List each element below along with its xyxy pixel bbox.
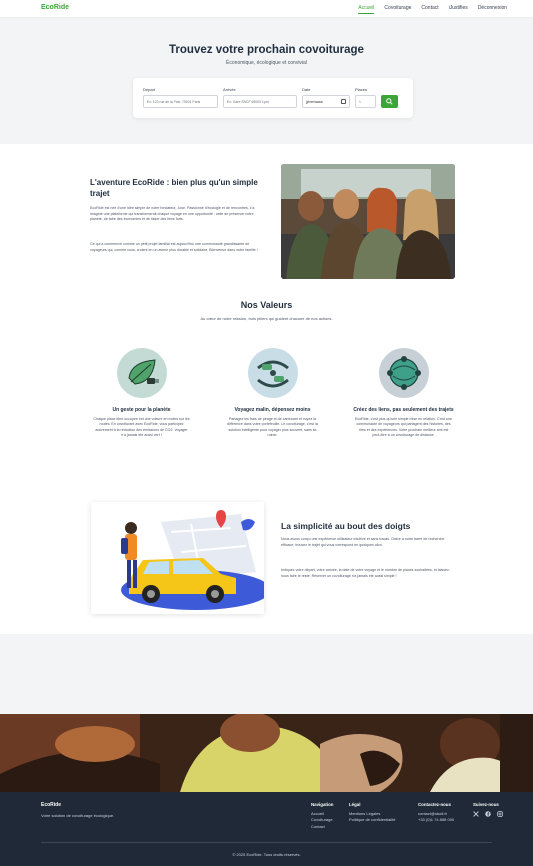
value-name-community: Créez des liens, pas seulement des traje… xyxy=(353,407,454,413)
depart-input[interactable]: Ex: 123 rue de la Paix, 75001 Paris xyxy=(143,95,218,108)
value-desc-planet: Chaque place libre occupée est une voitu… xyxy=(93,416,190,438)
simplicity-title: La simplicité au bout des doigts xyxy=(281,521,411,531)
nav-link-accueil[interactable]: Accueil xyxy=(358,5,375,14)
values-title: Nos Valeurs xyxy=(240,300,293,310)
date-input[interactable]: jj/mm/aaaa xyxy=(302,95,350,108)
footer-banner-photo xyxy=(0,714,533,792)
value-name-planet: Un geste pour la planète xyxy=(112,407,171,413)
footer-contact: Contactez-nous contact@studi.fr +33 (0)1… xyxy=(418,802,454,824)
hero-subtitle: Économique, écologique et convivial xyxy=(226,60,307,66)
instagram-icon[interactable] xyxy=(497,810,503,817)
hero-title: Trouvez votre prochain covoiturage xyxy=(169,44,364,56)
about-section: L'aventure EcoRide : bien plus qu'un sim… xyxy=(0,144,533,634)
depart-label: Départ xyxy=(143,87,156,92)
nav-link-covoiturage[interactable]: Covoiturage xyxy=(384,5,411,14)
leaf-plug-icon xyxy=(116,348,167,398)
footer-social-heading: Suivez-nous xyxy=(473,802,499,807)
nav-link-contact[interactable]: Contact xyxy=(421,5,438,14)
footer-description: Votre solution de covoiturage écologique… xyxy=(41,813,115,818)
friends-in-car-photo xyxy=(281,164,455,279)
cars-road-icon xyxy=(247,348,298,398)
brand-logo[interactable]: EcoRide xyxy=(41,4,69,11)
facebook-icon[interactable] xyxy=(485,810,491,817)
places-label: Places xyxy=(355,87,368,92)
footer-contact-heading: Contactez-nous xyxy=(418,802,451,807)
search-form: Départ Ex: 123 rue de la Paix, 75001 Par… xyxy=(133,78,413,118)
community-globe-icon xyxy=(378,348,429,398)
search-button[interactable] xyxy=(381,95,398,108)
story-title: L'aventure EcoRide : bien plus qu'un sim… xyxy=(90,178,258,198)
top-navbar: EcoRide Accueil Covoiturage Contact iJus… xyxy=(0,0,533,18)
simplicity-paragraph-1: Nous avons conçu une expérience utilisat… xyxy=(281,537,445,547)
footer-link-privacy[interactable]: Politique de confidentialité xyxy=(349,817,395,824)
footer-link-contact[interactable]: Contact xyxy=(311,824,333,831)
footer-brand: EcoRide xyxy=(41,802,62,808)
footer-navigation: Navigation Accueil Covoiturage Contact xyxy=(311,802,333,830)
value-card-community: Créez des liens, pas seulement des traje… xyxy=(346,348,461,439)
spacer-band xyxy=(0,634,533,714)
value-desc-savings: Partagez les frais de péage et de carbur… xyxy=(227,416,318,438)
calendar-icon[interactable] xyxy=(341,99,346,104)
footer-divider xyxy=(41,842,492,843)
story-paragraph-2: Ce qui a commencé comme un petit projet … xyxy=(90,242,258,252)
value-card-planet: Un geste pour la planète Chaque place li… xyxy=(84,348,199,439)
date-value: jj/mm/aaaa xyxy=(306,100,323,104)
simplicity-paragraph-2: Indiquez votre départ, votre arrivée, la… xyxy=(281,568,451,578)
copyright: © 2025 EcoRide. Tous droits réservés. xyxy=(232,852,301,857)
value-name-savings: Voyagez malin, dépensez moins xyxy=(234,407,311,413)
search-icon xyxy=(386,98,393,105)
story-paragraph-1: EcoRide est née d'une idée simple de not… xyxy=(90,206,255,221)
nav-link-justifies[interactable]: iJustifies xyxy=(449,5,468,14)
arrivee-input[interactable]: Ex: Gare SNCF 69000 Lyon xyxy=(223,95,297,108)
nav-link-deconnexion[interactable]: Déconnexion xyxy=(478,5,507,14)
date-label: Date xyxy=(302,87,311,92)
footer-link-covoiturage[interactable]: Covoiturage xyxy=(311,817,333,824)
x-icon[interactable] xyxy=(473,810,479,817)
footer-social: Suivez-nous xyxy=(473,802,503,817)
footer-legal: Légal Mentions Légales Politique de conf… xyxy=(349,802,395,824)
footer-legal-heading: Légal xyxy=(349,802,361,807)
nav-links: Accueil Covoiturage Contact iJustifies D… xyxy=(358,5,507,14)
hero-section: Trouvez votre prochain covoiturage Écono… xyxy=(0,18,533,144)
values-subtitle: Au cœur de notre mission, trois piliers … xyxy=(200,316,333,321)
footer-contact-phone[interactable]: +33 (0)1 74 888 000 xyxy=(418,817,454,824)
value-card-savings: Voyagez malin, dépensez moins Partagez l… xyxy=(215,348,330,439)
arrivee-label: Arrivée xyxy=(223,87,236,92)
app-illustration xyxy=(91,502,264,614)
places-input[interactable]: 1 xyxy=(355,95,376,108)
footer-nav-heading: Navigation xyxy=(311,802,334,807)
value-desc-community: EcoRide, c'est plus qu'une simple mise e… xyxy=(355,416,452,438)
site-footer: EcoRide Votre solution de covoiturage éc… xyxy=(0,792,533,866)
